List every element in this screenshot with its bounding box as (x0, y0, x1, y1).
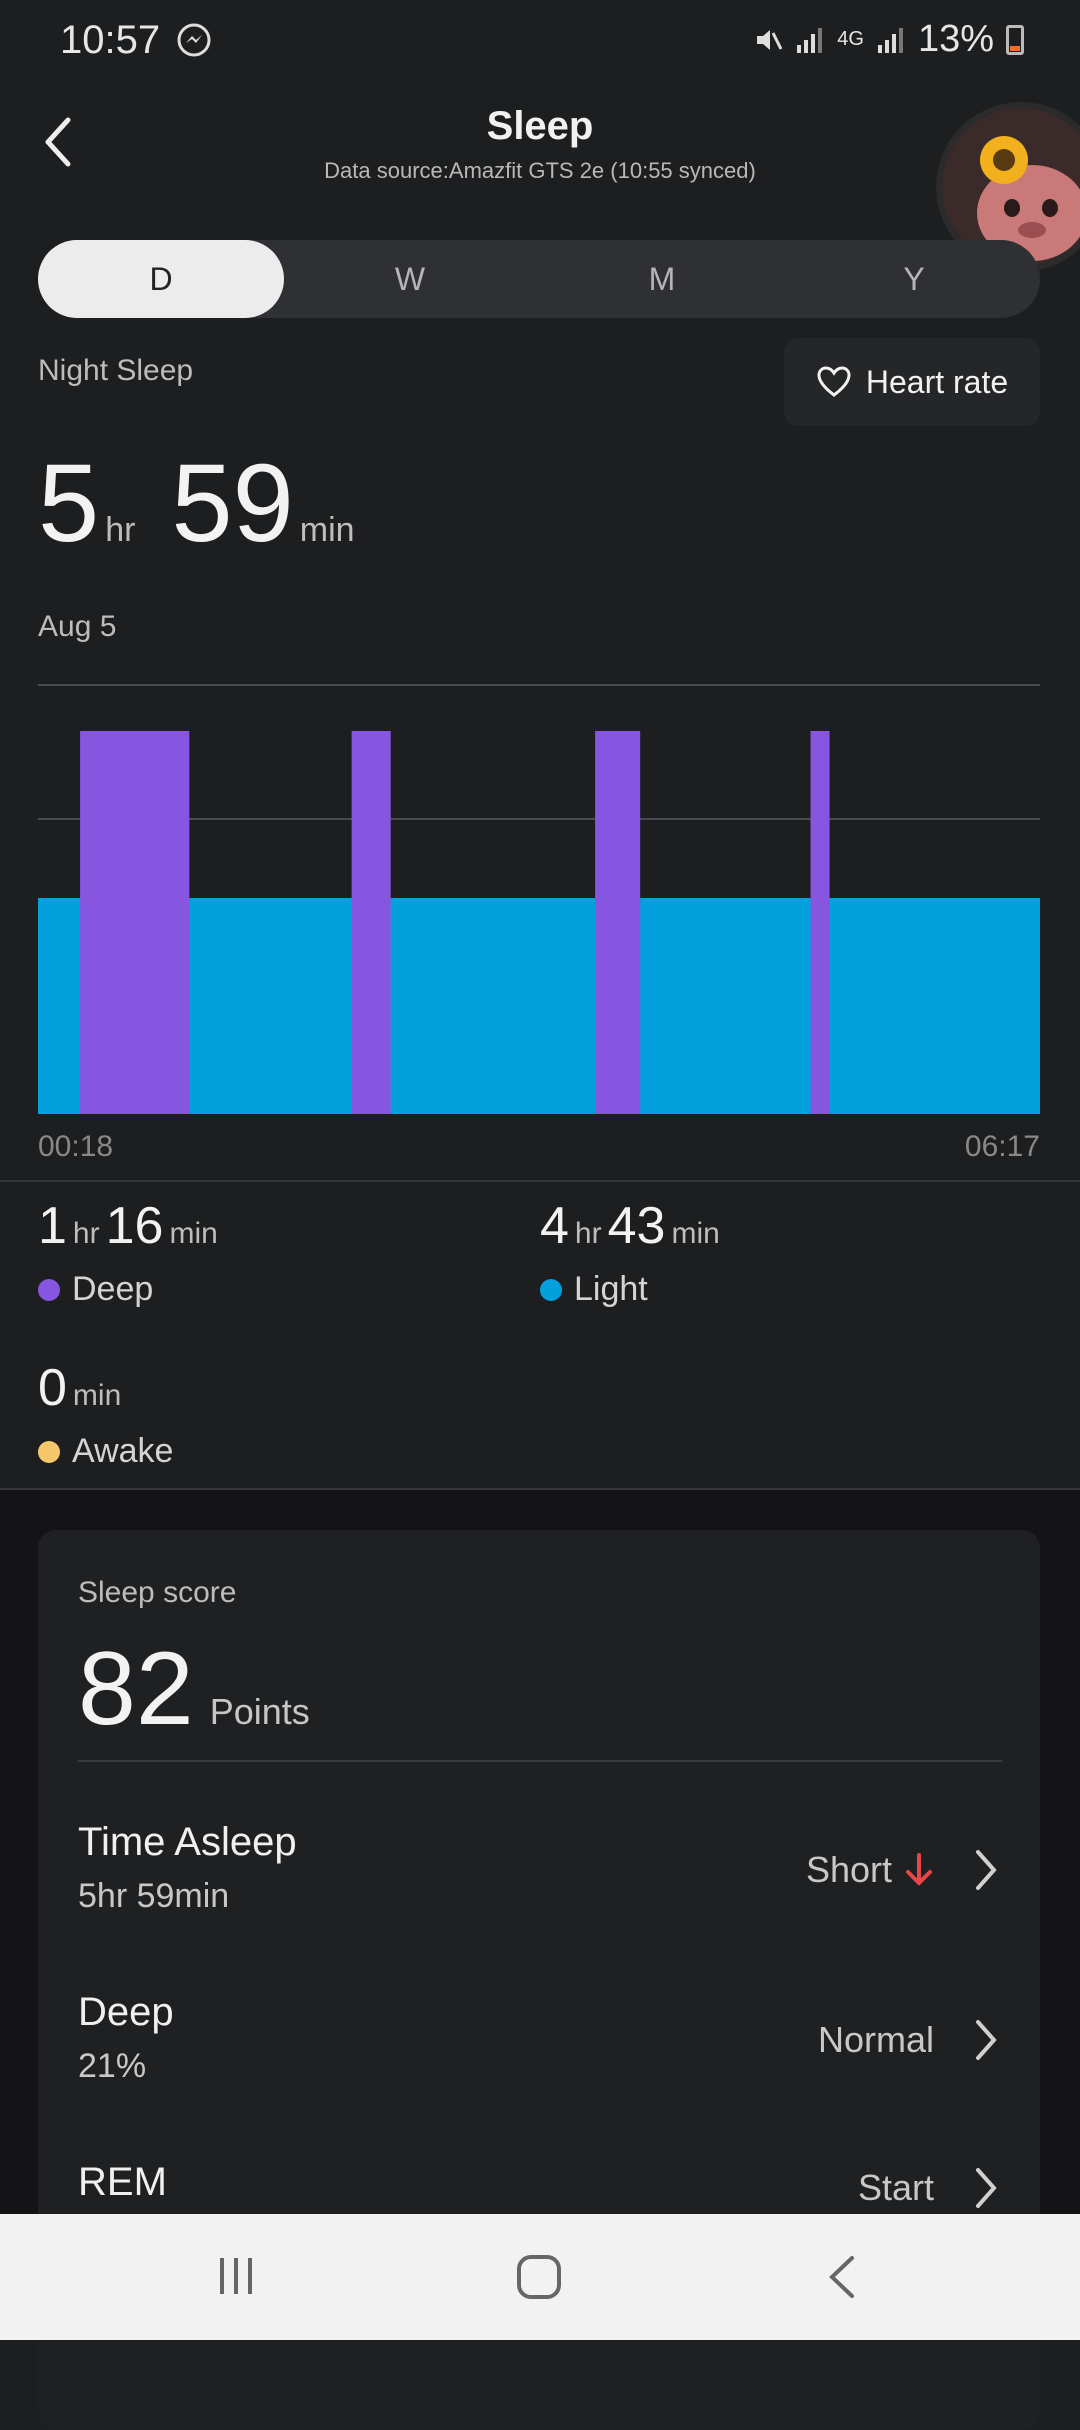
duration-minutes-unit: min (299, 511, 355, 549)
period-tabs: D W M Y (38, 240, 1040, 318)
signal-icon (797, 27, 823, 53)
stat-light-label: Light (574, 1270, 648, 1308)
back-nav-button[interactable] (824, 2254, 860, 2300)
chart-end-time: 06:17 (964, 1130, 1040, 1163)
stat-light-hours-unit: hr (574, 1217, 602, 1250)
awake-legend-dot (38, 1440, 60, 1463)
duration-hours: 5 (38, 442, 100, 565)
battery-percent: 13% (917, 18, 994, 60)
night-sleep-label: Night Sleep (38, 354, 194, 387)
messenger-icon (177, 23, 211, 57)
deep-sleep-segment (351, 731, 391, 1114)
data-source-text: Data source:Amazfit GTS 2e (10:55 synced… (324, 158, 756, 183)
status-time: 10:57 (60, 18, 161, 62)
stat-awake-minutes: 0 (38, 1359, 67, 1417)
signal-icon-2 (877, 27, 903, 53)
row-deep[interactable]: Deep 21% (78, 1990, 174, 2086)
stat-awake-minutes-unit: min (72, 1379, 122, 1412)
row-time-asleep[interactable]: Time Asleep 5hr 59min (78, 1820, 297, 1916)
chart-date: Aug 5 (38, 610, 117, 643)
chevron-right-icon[interactable] (972, 2164, 1000, 2212)
arrow-down-icon (906, 1853, 932, 1886)
row-deep-value: 21% (78, 2047, 147, 2085)
divider (78, 1760, 1002, 1762)
deep-sleep-segment (595, 731, 641, 1114)
sleep-duration: 5 hr 59 min (38, 440, 391, 567)
stat-light-hours: 4 (540, 1197, 569, 1255)
deep-sleep-segment (80, 731, 190, 1114)
sleep-score-value: 82 Points (78, 1630, 310, 1749)
recent-apps-button[interactable] (214, 2254, 258, 2298)
stat-awake-label: Awake (72, 1432, 174, 1470)
stat-deep-minutes-unit: min (169, 1217, 218, 1250)
light-legend-dot (540, 1278, 562, 1301)
row-time-asleep-title: Time Asleep (78, 1820, 297, 1864)
sleep-score-label: Sleep score (78, 1576, 237, 1609)
battery-icon (1006, 24, 1024, 55)
mute-icon (757, 29, 783, 50)
stat-deep-label: Deep (72, 1270, 154, 1308)
row-deep-status: Normal (817, 2019, 934, 2060)
home-button[interactable] (514, 2252, 564, 2302)
status-bar: 10:57 4G 13% (0, 0, 1080, 84)
stat-deep-minutes: 16 (105, 1197, 164, 1255)
stat-deep: 1 hr 16 min Deep (38, 1196, 224, 1309)
heart-icon (817, 366, 851, 397)
stat-light-minutes: 43 (607, 1197, 666, 1255)
divider (0, 1180, 1080, 1182)
tab-week[interactable]: W (284, 240, 536, 318)
tab-day[interactable]: D (38, 240, 284, 318)
row-rem[interactable]: REM (78, 2160, 167, 2205)
tab-month[interactable]: M (536, 240, 788, 318)
deep-sleep-segment (810, 731, 830, 1114)
row-rem-title: REM (78, 2160, 167, 2204)
chart-start-time: 00:18 (38, 1130, 114, 1163)
sleep-score-number: 82 (78, 1631, 194, 1747)
page-title: Sleep (486, 104, 594, 148)
stat-light: 4 hr 43 min Light (540, 1196, 726, 1309)
row-rem-status: Start (857, 2167, 934, 2208)
heart-rate-button[interactable]: Heart rate (784, 338, 1040, 426)
stat-deep-hours-unit: hr (72, 1217, 100, 1250)
chevron-right-icon[interactable] (972, 1846, 1000, 1894)
row-deep-title: Deep (78, 1990, 174, 2034)
deep-legend-dot (38, 1278, 60, 1301)
sleep-chart (38, 684, 1040, 1114)
heart-rate-label: Heart rate (865, 363, 1009, 400)
system-nav-bar (0, 2214, 1080, 2340)
sleep-score-unit: Points (209, 1691, 310, 1732)
duration-hours-unit: hr (105, 511, 136, 549)
row-time-asleep-status: Short (805, 1849, 892, 1890)
duration-minutes: 59 (171, 442, 294, 565)
tab-year[interactable]: Y (788, 240, 1040, 318)
row-time-asleep-value: 5hr 59min (78, 1877, 230, 1915)
stat-deep-hours: 1 (38, 1197, 67, 1255)
stat-awake: 0 min Awake (38, 1358, 173, 1471)
stat-light-minutes-unit: min (671, 1217, 720, 1250)
chevron-right-icon[interactable] (972, 2016, 1000, 2064)
network-type: 4G (837, 28, 864, 50)
